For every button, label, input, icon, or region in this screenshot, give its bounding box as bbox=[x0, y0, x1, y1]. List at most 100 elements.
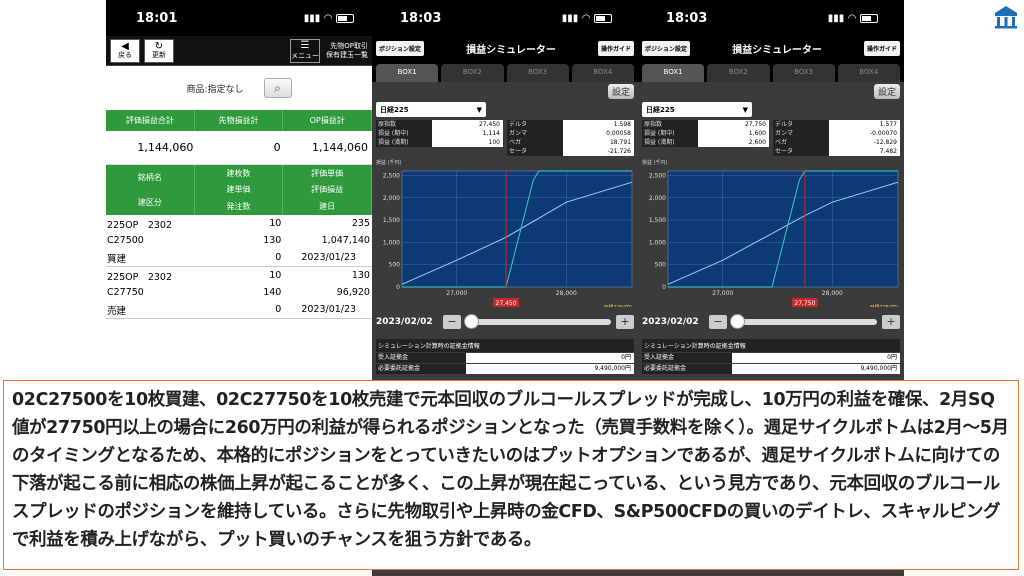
price: 130 bbox=[263, 235, 282, 246]
underlying-select-value: 日経225 bbox=[380, 105, 409, 114]
commentary-box: 02C27500を10枚買建、02C27750を10枚売建で元本回収のブルコール… bbox=[3, 380, 1019, 570]
underlying-select[interactable]: 日経225 ▼ bbox=[642, 102, 752, 117]
status-bar: 18:03 ▮▮▮ ◠ bbox=[372, 0, 638, 36]
refresh-button[interactable]: ↻ 更新 bbox=[144, 38, 174, 63]
margin-row: 受入証拠金 0円 bbox=[642, 353, 900, 363]
signal-icon: ▮▮▮ bbox=[561, 12, 579, 24]
tab-box2[interactable]: BOX2 bbox=[441, 64, 504, 82]
y-tick-label: 2,500 bbox=[649, 172, 666, 179]
clock: 18:03 bbox=[666, 10, 708, 26]
vega-label: ベガ bbox=[507, 138, 563, 147]
back-button[interactable]: ◀ 戻る bbox=[110, 38, 140, 63]
margin-value: 0円 bbox=[466, 353, 634, 363]
vega-label: ベガ bbox=[773, 138, 829, 147]
op-pl-header: OP損益計 bbox=[283, 110, 372, 131]
parameters-table: 原指数 27,450 損益 (期中) 1,114 損益 (満期) 100 デルタ 1.5… bbox=[376, 120, 634, 156]
total-pl-header: 評価損益合計 bbox=[106, 110, 195, 131]
menu-button[interactable]: ☰ メニュー bbox=[290, 38, 320, 63]
side: 売建 bbox=[107, 305, 127, 317]
theta-value: -21.726 bbox=[562, 147, 634, 156]
margin-row: 必要委託証拠金 9,490,000円 bbox=[376, 364, 634, 374]
simulator-header: ポジション設定 損益シミュレーター 操作ガイド bbox=[638, 36, 904, 60]
slider-knob[interactable] bbox=[730, 314, 745, 329]
date-plus-button[interactable]: + bbox=[882, 315, 900, 329]
screen-title: 先物OP取引 保有建玉一覧 bbox=[326, 42, 368, 60]
screen-title-line2: 保有建玉一覧 bbox=[326, 50, 368, 59]
search-button[interactable]: ⌕ bbox=[263, 78, 292, 98]
y-tick-label: 2,000 bbox=[649, 195, 666, 202]
margin-info-title: シミュレーション計算時の証拠金情報 bbox=[642, 339, 900, 352]
tab-box3[interactable]: BOX3 bbox=[506, 64, 569, 82]
date-slider[interactable] bbox=[730, 314, 877, 329]
summary-header: 評価損益合計 先物損益計 OP損益計 bbox=[106, 110, 372, 131]
header-col-eval: 評価単価 評価損益 建日 bbox=[283, 165, 372, 215]
table-row[interactable]: 225OP 2302 10 235 C27500 130 1,047,140 買建 0 20… bbox=[106, 215, 372, 267]
menu-icon: ☰ bbox=[300, 40, 310, 51]
margin-value: 9,490,000円 bbox=[466, 364, 634, 374]
x-axis-unit: 日経225(円) bbox=[870, 304, 898, 307]
pl-exp-label: 損益 (満期) bbox=[376, 138, 432, 147]
simulator-header: ポジション設定 損益シミュレーター 操作ガイド bbox=[372, 36, 638, 60]
sim-date: 2023/02/02 bbox=[376, 317, 433, 327]
delta-value: 1.577 bbox=[828, 120, 900, 129]
x-tick-label: 27,000 bbox=[446, 290, 467, 297]
y-tick-label: 1,500 bbox=[649, 217, 666, 224]
header-col-name: 銘柄名 建区分 bbox=[106, 165, 195, 215]
brand-logo-icon bbox=[995, 6, 1017, 29]
underlying-value[interactable]: 27,750 bbox=[697, 120, 769, 129]
position-settings-button[interactable]: ポジション設定 bbox=[642, 40, 691, 56]
underlying-label: 原指数 bbox=[376, 120, 432, 129]
x-tick-label: 28,000 bbox=[556, 290, 577, 297]
date-plus-button[interactable]: + bbox=[616, 315, 634, 329]
margin-info-title: シミュレーション計算時の証拠金情報 bbox=[376, 339, 634, 352]
simulator-title: 損益シミュレーター bbox=[732, 44, 822, 56]
back-label: 戻る bbox=[118, 51, 132, 59]
date-slider[interactable] bbox=[464, 314, 611, 329]
underlying-label: 原指数 bbox=[642, 120, 698, 129]
underlying-value[interactable]: 27,450 bbox=[431, 120, 503, 129]
parameters-table: 原指数 27,750 損益 (期中) 1,600 損益 (満期) 2,600 デルタ 1… bbox=[642, 120, 900, 156]
tab-box4[interactable]: BOX4 bbox=[837, 64, 900, 82]
battery-icon bbox=[336, 13, 354, 23]
underlying-select[interactable]: 日経225 ▼ bbox=[376, 102, 486, 117]
table-row[interactable]: 225OP 2302 10 130 C27750 140 96,920 売建 0 2023/… bbox=[106, 267, 372, 319]
order: 0 bbox=[275, 304, 282, 315]
y-axis-unit: 損益 (千円) bbox=[642, 160, 668, 166]
sim-date: 2023/02/02 bbox=[642, 317, 699, 327]
guide-button[interactable]: 操作ガイド bbox=[863, 40, 900, 56]
toolbar: ◀ 戻る ↻ 更新 ☰ メニュー 先物OP取引 保有建玉一覧 bbox=[106, 36, 372, 66]
status-bar: 18:01 ▮▮▮ ◠ bbox=[106, 0, 372, 36]
status-icons: ▮▮▮ ◠ bbox=[562, 13, 612, 24]
pl-chart[interactable]: 2,500 2,000 1,500 1,000 500 0 27,000 28,000 27,7… bbox=[642, 167, 900, 307]
tab-box4[interactable]: BOX4 bbox=[571, 64, 634, 82]
tab-box1[interactable]: BOX1 bbox=[642, 64, 705, 82]
search-icon: ⌕ bbox=[274, 80, 281, 95]
eval-price: 235 bbox=[351, 218, 370, 229]
filter-bar: 商品:指定なし ⌕ bbox=[106, 66, 372, 110]
date-minus-button[interactable]: − bbox=[709, 315, 727, 329]
tab-box3[interactable]: BOX3 bbox=[772, 64, 835, 82]
y-tick-label: 0 bbox=[662, 284, 666, 291]
y-tick-label: 1,500 bbox=[383, 217, 400, 224]
date-minus-button[interactable]: − bbox=[443, 315, 461, 329]
position-settings-button[interactable]: ポジション設定 bbox=[376, 40, 425, 56]
guide-button[interactable]: 操作ガイド bbox=[597, 40, 634, 56]
tab-box1[interactable]: BOX1 bbox=[376, 64, 439, 82]
pl-chart[interactable]: 2,500 2,000 1,500 1,000 500 0 27,000 28,000 27,4… bbox=[376, 167, 634, 307]
trade-date: 2023/01/23 bbox=[301, 304, 357, 315]
header-eval-price: 評価単価 bbox=[311, 168, 344, 178]
settings-button[interactable]: 設定 bbox=[873, 84, 900, 99]
y-tick-label: 0 bbox=[396, 284, 400, 291]
tab-box2[interactable]: BOX2 bbox=[707, 64, 770, 82]
pl-mid-label: 損益 (期中) bbox=[642, 129, 698, 138]
qty: 10 bbox=[269, 270, 282, 281]
delta-label: デルタ bbox=[773, 120, 829, 129]
clock: 18:03 bbox=[400, 10, 442, 26]
x-tick-label: 28,000 bbox=[822, 290, 843, 297]
battery-icon bbox=[860, 13, 878, 23]
slider-knob[interactable] bbox=[464, 314, 479, 329]
y-tick-label: 1,000 bbox=[383, 239, 400, 246]
settings-button[interactable]: 設定 bbox=[607, 84, 634, 99]
current-price-label: 27,450 bbox=[496, 300, 517, 307]
margin-label: 受入証拠金 bbox=[642, 353, 732, 363]
